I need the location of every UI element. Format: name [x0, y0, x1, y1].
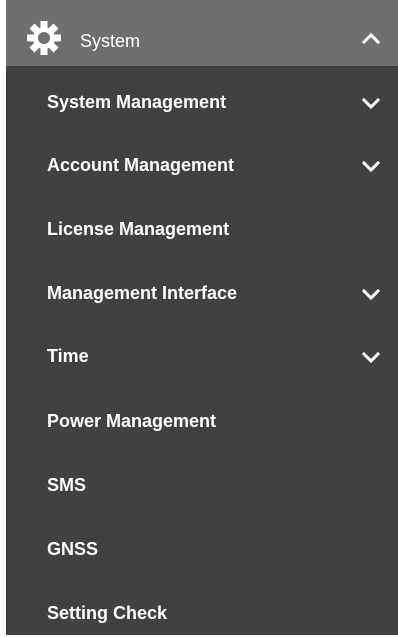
menu-item-label: Management Interface	[47, 283, 238, 303]
chevron-down-icon	[362, 288, 380, 300]
menu-item-label: Power Management	[47, 411, 217, 431]
chevron-down-icon	[362, 351, 380, 363]
menu-item-setting-check[interactable]: Setting Check	[6, 589, 398, 637]
menu-item-management-interface[interactable]: Management Interface	[6, 269, 398, 317]
menu-header-system[interactable]: System	[6, 0, 398, 66]
menu-item-label: Time	[47, 346, 89, 366]
menu-item-label: Setting Check	[47, 603, 168, 623]
menu-item-label: System Management	[47, 92, 227, 112]
menu-item-license-management[interactable]: License Management	[6, 205, 398, 253]
gear-icon	[27, 21, 61, 55]
system-nav-menu: System System Management Account Managem…	[6, 0, 398, 635]
menu-item-sms[interactable]: SMS	[6, 461, 398, 509]
menu-item-gnss[interactable]: GNSS	[6, 525, 398, 573]
menu-header-label: System	[80, 31, 141, 51]
chevron-down-icon	[362, 160, 380, 172]
chevron-up-icon	[362, 32, 380, 44]
menu-item-label: SMS	[47, 475, 87, 495]
menu-item-time[interactable]: Time	[6, 332, 398, 380]
menu-item-power-management[interactable]: Power Management	[6, 397, 398, 445]
menu-item-label: License Management	[47, 219, 230, 239]
menu-item-label: GNSS	[47, 539, 99, 559]
chevron-down-icon	[362, 97, 380, 109]
menu-item-system-management[interactable]: System Management	[6, 78, 398, 126]
menu-item-label: Account Management	[47, 155, 235, 175]
menu-item-account-management[interactable]: Account Management	[6, 141, 398, 189]
